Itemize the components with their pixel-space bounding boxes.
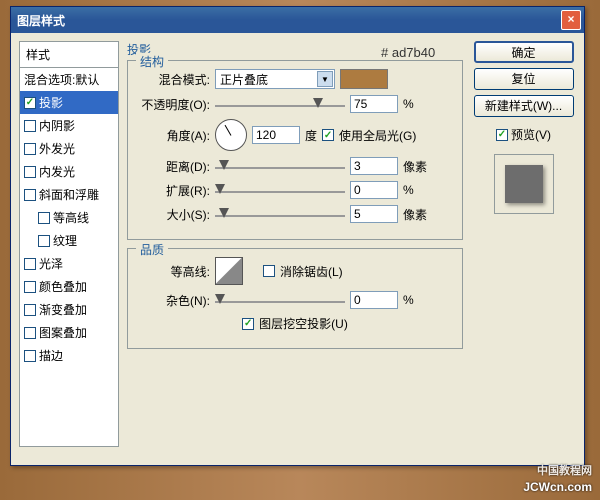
style-item-label: 等高线 <box>53 209 89 226</box>
noise-input[interactable] <box>350 291 398 309</box>
style-checkbox[interactable] <box>24 120 36 132</box>
blend-mode-combo[interactable]: 正片叠底 ▼ <box>215 69 335 89</box>
style-item-label: 描边 <box>39 347 63 364</box>
watermark: 中国教程网 JCWcn.com <box>523 462 592 496</box>
style-item[interactable]: 描边 <box>20 344 118 367</box>
noise-label: 杂色(N): <box>138 292 210 309</box>
style-item[interactable]: 颜色叠加 <box>20 275 118 298</box>
angle-dial[interactable] <box>215 119 247 151</box>
dialog-title: 图层样式 <box>17 12 561 29</box>
contour-picker[interactable] <box>215 257 243 285</box>
distance-label: 距离(D): <box>138 158 210 175</box>
antialias-checkbox[interactable] <box>263 265 275 277</box>
spread-slider[interactable] <box>215 181 345 199</box>
noise-unit: % <box>403 293 431 307</box>
style-item-label: 混合选项:默认 <box>24 71 99 88</box>
style-item[interactable]: 渐变叠加 <box>20 298 118 321</box>
spread-input[interactable] <box>350 181 398 199</box>
style-checkbox[interactable] <box>24 97 36 109</box>
spread-label: 扩展(R): <box>138 182 210 199</box>
noise-slider[interactable] <box>215 291 345 309</box>
angle-unit: 度 <box>305 127 317 144</box>
global-light-label: 使用全局光(G) <box>339 127 416 144</box>
style-checkbox[interactable] <box>24 304 36 316</box>
style-item-label: 投影 <box>39 94 63 111</box>
style-item-label: 图案叠加 <box>39 324 87 341</box>
cancel-button[interactable]: 复位 <box>474 68 574 90</box>
close-button[interactable]: × <box>561 10 581 30</box>
layer-style-dialog: 图层样式 × # ad7b40 样式 混合选项:默认投影内阴影外发光内发光斜面和… <box>10 6 585 466</box>
preview-checkbox[interactable] <box>496 129 508 141</box>
opacity-input[interactable] <box>350 95 398 113</box>
ok-button[interactable]: 确定 <box>474 41 574 63</box>
preview-swatch <box>505 165 543 203</box>
style-item-label: 渐变叠加 <box>39 301 87 318</box>
titlebar[interactable]: 图层样式 × <box>11 7 584 33</box>
button-panel: 确定 复位 新建样式(W)... 预览(V) <box>471 41 576 457</box>
chevron-down-icon[interactable]: ▼ <box>317 71 333 87</box>
style-item[interactable]: 内发光 <box>20 160 118 183</box>
settings-panel: 投影 结构 混合模式: 正片叠底 ▼ 不透明度(O): % <box>127 41 463 457</box>
structure-fieldset: 结构 混合模式: 正片叠底 ▼ 不透明度(O): % 角度(A): <box>127 60 463 240</box>
new-style-button[interactable]: 新建样式(W)... <box>474 95 574 117</box>
style-item-label: 外发光 <box>39 140 75 157</box>
style-item[interactable]: 外发光 <box>20 137 118 160</box>
contour-label: 等高线: <box>138 263 210 280</box>
style-checkbox[interactable] <box>24 258 36 270</box>
style-item[interactable]: 投影 <box>20 91 118 114</box>
antialias-label: 消除锯齿(L) <box>280 263 343 280</box>
style-item[interactable]: 等高线 <box>20 206 118 229</box>
angle-label: 角度(A): <box>138 127 210 144</box>
spread-unit: % <box>403 183 431 197</box>
size-slider[interactable] <box>215 205 345 223</box>
style-checkbox[interactable] <box>38 235 50 247</box>
quality-legend: 品质 <box>136 241 168 258</box>
knockout-label: 图层挖空投影(U) <box>259 315 348 332</box>
opacity-unit: % <box>403 97 431 111</box>
style-item[interactable]: 光泽 <box>20 252 118 275</box>
distance-input[interactable] <box>350 157 398 175</box>
style-item-label: 斜面和浮雕 <box>39 186 99 203</box>
style-checkbox[interactable] <box>24 281 36 293</box>
style-checkbox[interactable] <box>24 327 36 339</box>
preview-label: 预览(V) <box>511 126 551 143</box>
style-item[interactable]: 纹理 <box>20 229 118 252</box>
style-item[interactable]: 斜面和浮雕 <box>20 183 118 206</box>
style-item[interactable]: 内阴影 <box>20 114 118 137</box>
style-item-label: 内阴影 <box>39 117 75 134</box>
preview-box <box>494 154 554 214</box>
style-item-label: 纹理 <box>53 232 77 249</box>
style-checkbox[interactable] <box>24 189 36 201</box>
style-checkbox[interactable] <box>24 350 36 362</box>
style-list: 混合选项:默认投影内阴影外发光内发光斜面和浮雕等高线纹理光泽颜色叠加渐变叠加图案… <box>19 67 119 447</box>
style-item-label: 内发光 <box>39 163 75 180</box>
opacity-slider[interactable] <box>215 95 345 113</box>
color-swatch[interactable] <box>340 69 388 89</box>
blend-mode-label: 混合模式: <box>138 71 210 88</box>
structure-legend: 结构 <box>136 53 168 70</box>
color-hex-label: # ad7b40 <box>381 45 435 60</box>
knockout-checkbox[interactable] <box>242 318 254 330</box>
style-checkbox[interactable] <box>24 166 36 178</box>
style-item[interactable]: 图案叠加 <box>20 321 118 344</box>
size-unit: 像素 <box>403 206 431 223</box>
style-item-label: 光泽 <box>39 255 63 272</box>
style-item[interactable]: 混合选项:默认 <box>20 68 118 91</box>
opacity-label: 不透明度(O): <box>138 96 210 113</box>
quality-fieldset: 品质 等高线: 消除锯齿(L) 杂色(N): % 图层挖空投影(U) <box>127 248 463 349</box>
distance-slider[interactable] <box>215 157 345 175</box>
style-list-header: 样式 <box>19 41 119 67</box>
style-item-label: 颜色叠加 <box>39 278 87 295</box>
style-checkbox[interactable] <box>38 212 50 224</box>
global-light-checkbox[interactable] <box>322 129 334 141</box>
size-label: 大小(S): <box>138 206 210 223</box>
size-input[interactable] <box>350 205 398 223</box>
style-checkbox[interactable] <box>24 143 36 155</box>
blend-mode-value: 正片叠底 <box>220 71 268 88</box>
distance-unit: 像素 <box>403 158 431 175</box>
style-list-panel: 样式 混合选项:默认投影内阴影外发光内发光斜面和浮雕等高线纹理光泽颜色叠加渐变叠… <box>19 41 119 457</box>
angle-input[interactable] <box>252 126 300 144</box>
